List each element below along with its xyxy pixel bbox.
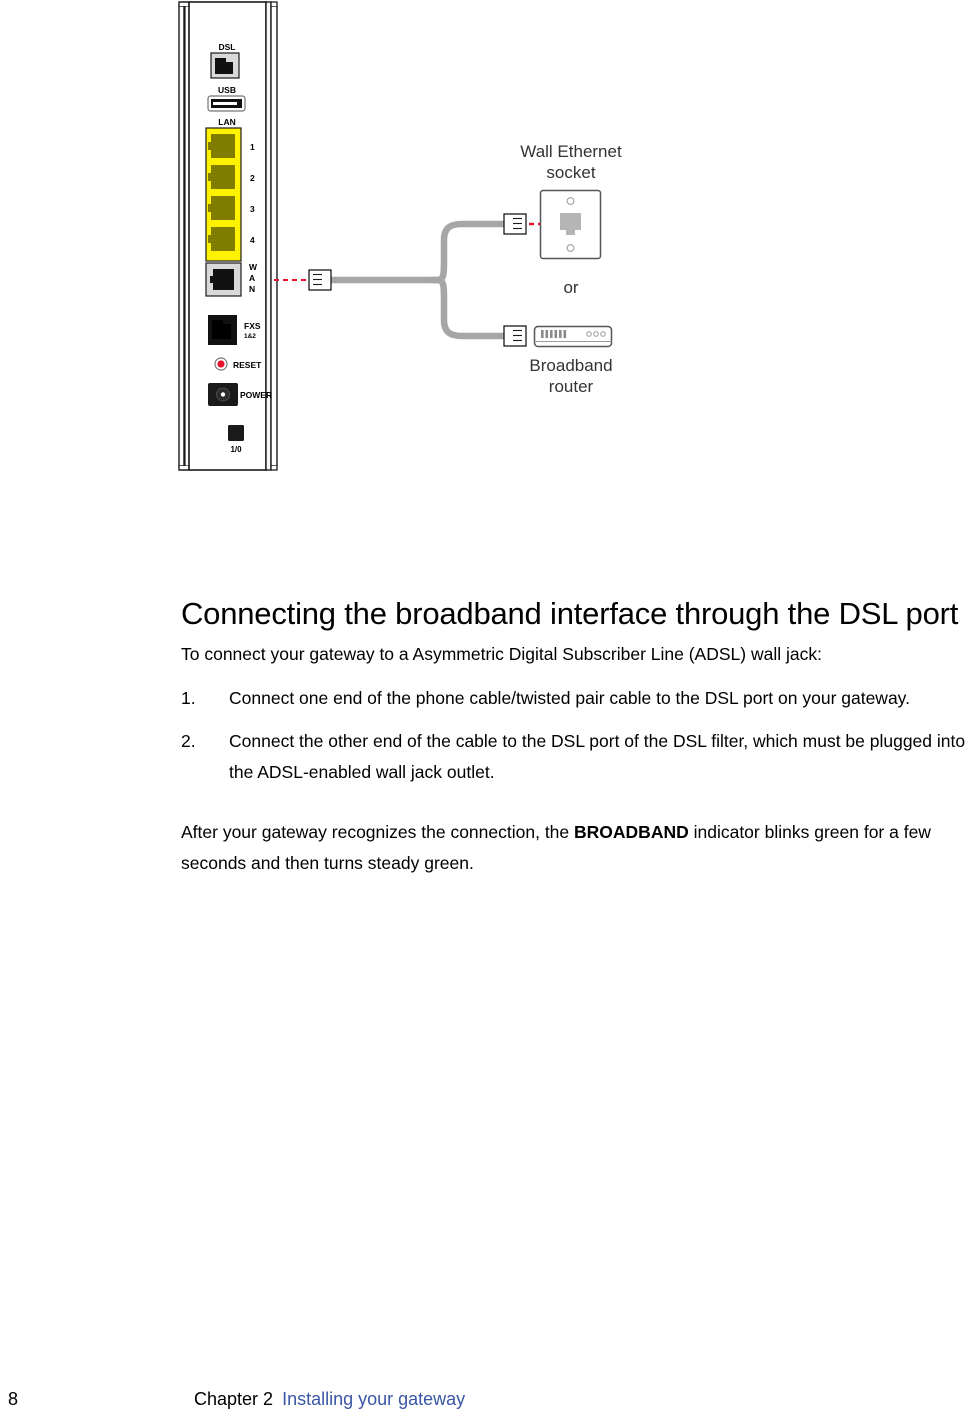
label-wall-ethernet-socket: Wall Ethernet socket xyxy=(520,142,622,182)
port-wan: W A N xyxy=(205,262,258,297)
svg-text:POWER: POWER xyxy=(240,390,272,400)
closing-text-before: After your gateway recognizes the connec… xyxy=(181,822,575,843)
broadband-router xyxy=(533,325,613,348)
svg-text:RESET: RESET xyxy=(233,360,262,370)
page-title: Connecting the broadband interface throu… xyxy=(181,596,959,631)
closing-paragraph: After your gateway recognizes the connec… xyxy=(181,817,968,878)
footer-chapter-title[interactable]: Installing your gateway xyxy=(282,1389,465,1409)
steps-list: 1. Connect one end of the phone cable/tw… xyxy=(181,683,968,787)
svg-text:USB: USB xyxy=(218,85,236,95)
footer-page-number: 8 xyxy=(8,1389,19,1409)
cable-connector-gateway xyxy=(308,269,332,291)
page-content: Connecting the broadband interface throu… xyxy=(181,596,968,878)
connection-diagram-figure: DSL USB LAN 1 2 3 4 W A N FXS 1&2 RESET … xyxy=(0,0,968,500)
svg-text:2: 2 xyxy=(250,173,255,183)
breadcrumb: Chapter 2 Installing your gateway xyxy=(194,1384,465,1414)
step-text: Connect the other end of the cable to th… xyxy=(229,730,966,782)
step-number: 2. xyxy=(181,730,196,751)
label-broadband-router: Broadband router xyxy=(529,356,613,396)
svg-text:1: 1 xyxy=(250,142,255,152)
svg-text:FXS: FXS xyxy=(244,321,261,331)
footer-chapter-number: Chapter 2 xyxy=(194,1389,274,1409)
svg-text:1/0: 1/0 xyxy=(230,445,242,454)
svg-text:A: A xyxy=(249,273,255,283)
list-item: 1. Connect one end of the phone cable/tw… xyxy=(181,683,968,714)
page-footer: 8 Chapter 2 Installing your gateway xyxy=(0,1384,968,1414)
svg-text:W: W xyxy=(249,262,258,272)
step-text: Connect one end of the phone cable/twist… xyxy=(229,688,910,709)
svg-text:4: 4 xyxy=(250,235,255,245)
cable-connector-wall-socket xyxy=(503,213,527,235)
cable-connector-router xyxy=(503,325,527,347)
list-item: 2. Connect the other end of the cable to… xyxy=(181,726,968,787)
wall-ethernet-socket xyxy=(539,189,602,260)
intro-paragraph: To connect your gateway to a Asymmetric … xyxy=(181,643,822,664)
diagram-svg: DSL USB LAN 1 2 3 4 W A N FXS 1&2 RESET … xyxy=(178,1,613,471)
button-reset: RESET xyxy=(214,357,262,371)
svg-text:1&2: 1&2 xyxy=(244,333,256,340)
broadband-indicator-term: BROADBAND xyxy=(574,822,689,843)
svg-text:3: 3 xyxy=(250,204,255,214)
svg-text:LAN: LAN xyxy=(218,117,235,127)
svg-text:DSL: DSL xyxy=(219,42,236,52)
step-number: 1. xyxy=(181,688,196,709)
label-or: or xyxy=(563,278,579,297)
svg-text:N: N xyxy=(249,284,255,294)
